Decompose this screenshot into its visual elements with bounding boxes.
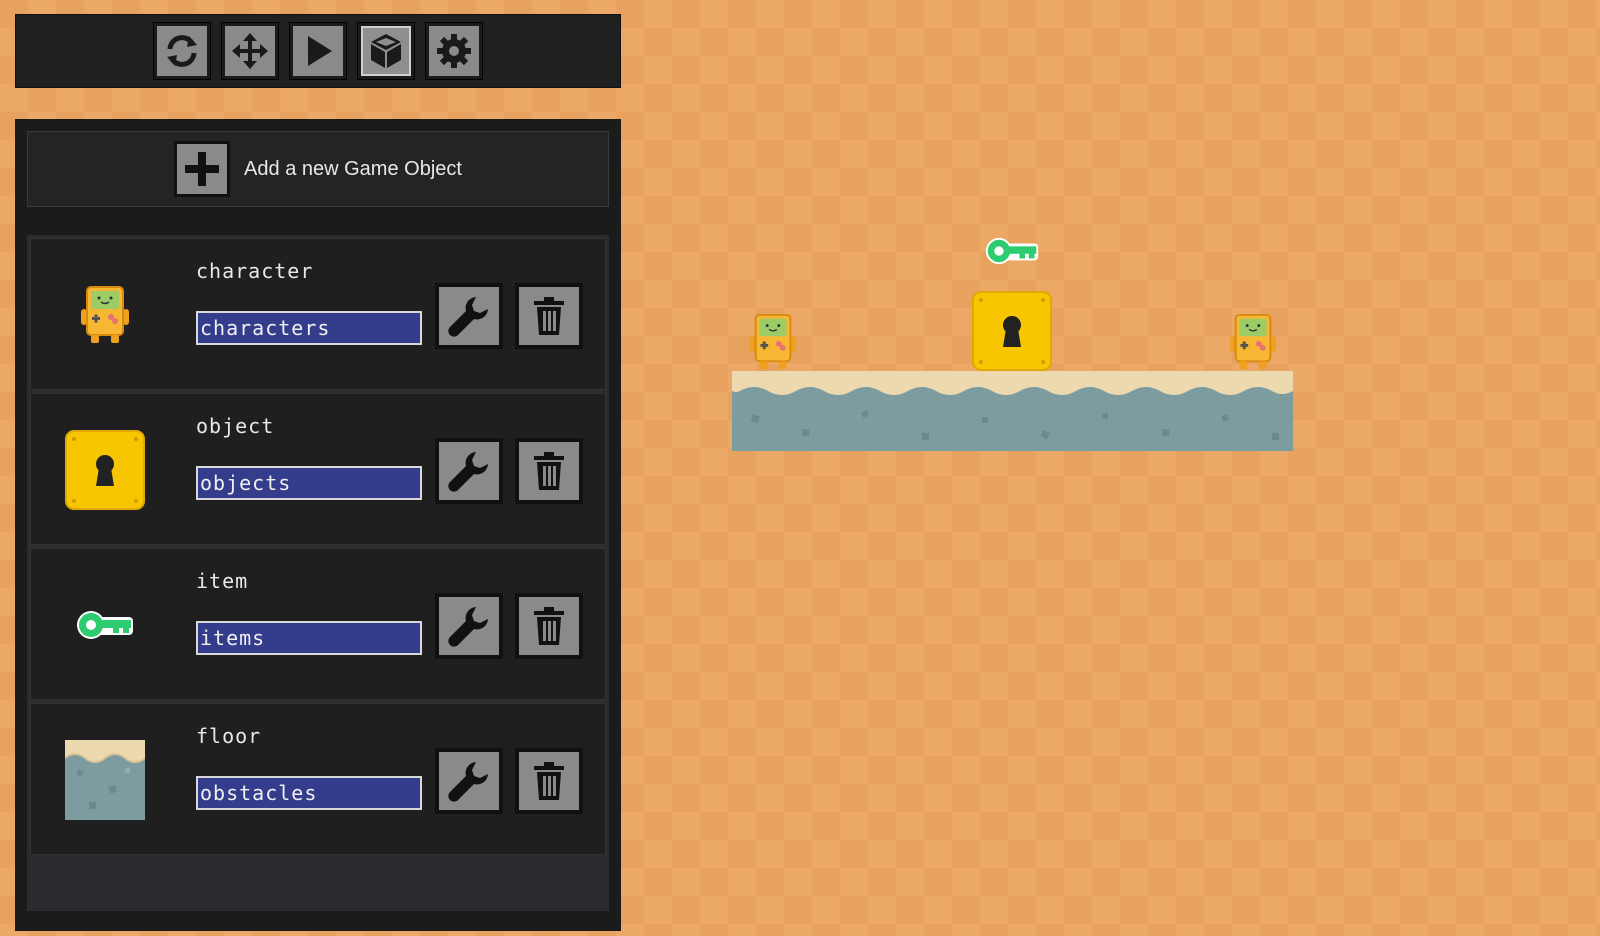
scene-floor-platform[interactable] — [732, 371, 1293, 456]
editor-toolbar — [15, 14, 621, 88]
object-group-field[interactable]: obstacles — [196, 776, 422, 810]
floor-tile-sprite-icon — [65, 740, 145, 820]
key-sprite-icon — [77, 611, 133, 639]
edit-object-button[interactable] — [435, 748, 503, 814]
trash-icon — [534, 297, 564, 335]
scene-key[interactable] — [984, 232, 1040, 275]
plus-icon — [185, 152, 220, 186]
key-icon — [985, 237, 1039, 265]
move-arrows-icon — [232, 33, 268, 69]
character-icon — [1229, 313, 1277, 370]
refresh-button[interactable] — [153, 22, 211, 80]
character-sprite-icon — [81, 286, 129, 343]
game-object-row-item[interactable]: item items — [30, 548, 606, 700]
move-button[interactable] — [221, 22, 279, 80]
wrench-icon — [448, 297, 488, 337]
character-sprite-thumbnail — [65, 275, 145, 355]
trash-icon — [534, 607, 564, 645]
character-icon — [749, 313, 797, 370]
scene-lock-block[interactable] — [972, 291, 1052, 376]
add-icon-box — [174, 141, 231, 197]
object-name: floor — [196, 724, 262, 748]
game-object-list: character characters object objects item… — [27, 235, 609, 911]
lock-block-icon — [972, 291, 1052, 371]
wrench-icon — [448, 452, 488, 492]
floor-tile-sprite-thumbnail — [65, 740, 145, 820]
game-object-row-floor[interactable]: floor obstacles — [30, 703, 606, 855]
edit-object-button[interactable] — [435, 283, 503, 349]
object-group-field[interactable]: objects — [196, 466, 422, 500]
game-objects-panel: Add a new Game Object character characte… — [15, 119, 621, 931]
object-group-field[interactable]: items — [196, 621, 422, 655]
edit-object-button[interactable] — [435, 438, 503, 504]
edit-object-button[interactable] — [435, 593, 503, 659]
object-group-field[interactable]: characters — [196, 311, 422, 345]
scene-character-left[interactable] — [744, 312, 802, 377]
gear-icon — [437, 34, 471, 68]
play-button[interactable] — [289, 22, 347, 80]
settings-button[interactable] — [425, 22, 483, 80]
cube-icon — [371, 34, 401, 68]
wrench-icon — [448, 607, 488, 647]
delete-object-button[interactable] — [515, 748, 583, 814]
key-sprite-thumbnail — [65, 585, 145, 665]
object-name: object — [196, 414, 275, 438]
delete-object-button[interactable] — [515, 593, 583, 659]
scene-character-right[interactable] — [1224, 312, 1282, 377]
lock-block-sprite-thumbnail — [65, 430, 145, 510]
add-game-object-label: Add a new Game Object — [244, 157, 462, 180]
object-name: item — [196, 569, 249, 593]
trash-icon — [534, 762, 564, 800]
delete-object-button[interactable] — [515, 438, 583, 504]
objects-button[interactable] — [357, 22, 415, 80]
object-name: character — [196, 259, 314, 283]
add-game-object-button[interactable]: Add a new Game Object — [27, 131, 609, 207]
game-object-row-character[interactable]: character characters — [30, 238, 606, 390]
game-object-row-object[interactable]: object objects — [30, 393, 606, 545]
trash-icon — [534, 452, 564, 490]
refresh-icon — [167, 35, 197, 67]
floor-platform-icon — [732, 371, 1293, 451]
wrench-icon — [448, 762, 488, 802]
play-icon — [308, 36, 332, 66]
delete-object-button[interactable] — [515, 283, 583, 349]
lock-block-sprite-icon — [65, 430, 145, 510]
